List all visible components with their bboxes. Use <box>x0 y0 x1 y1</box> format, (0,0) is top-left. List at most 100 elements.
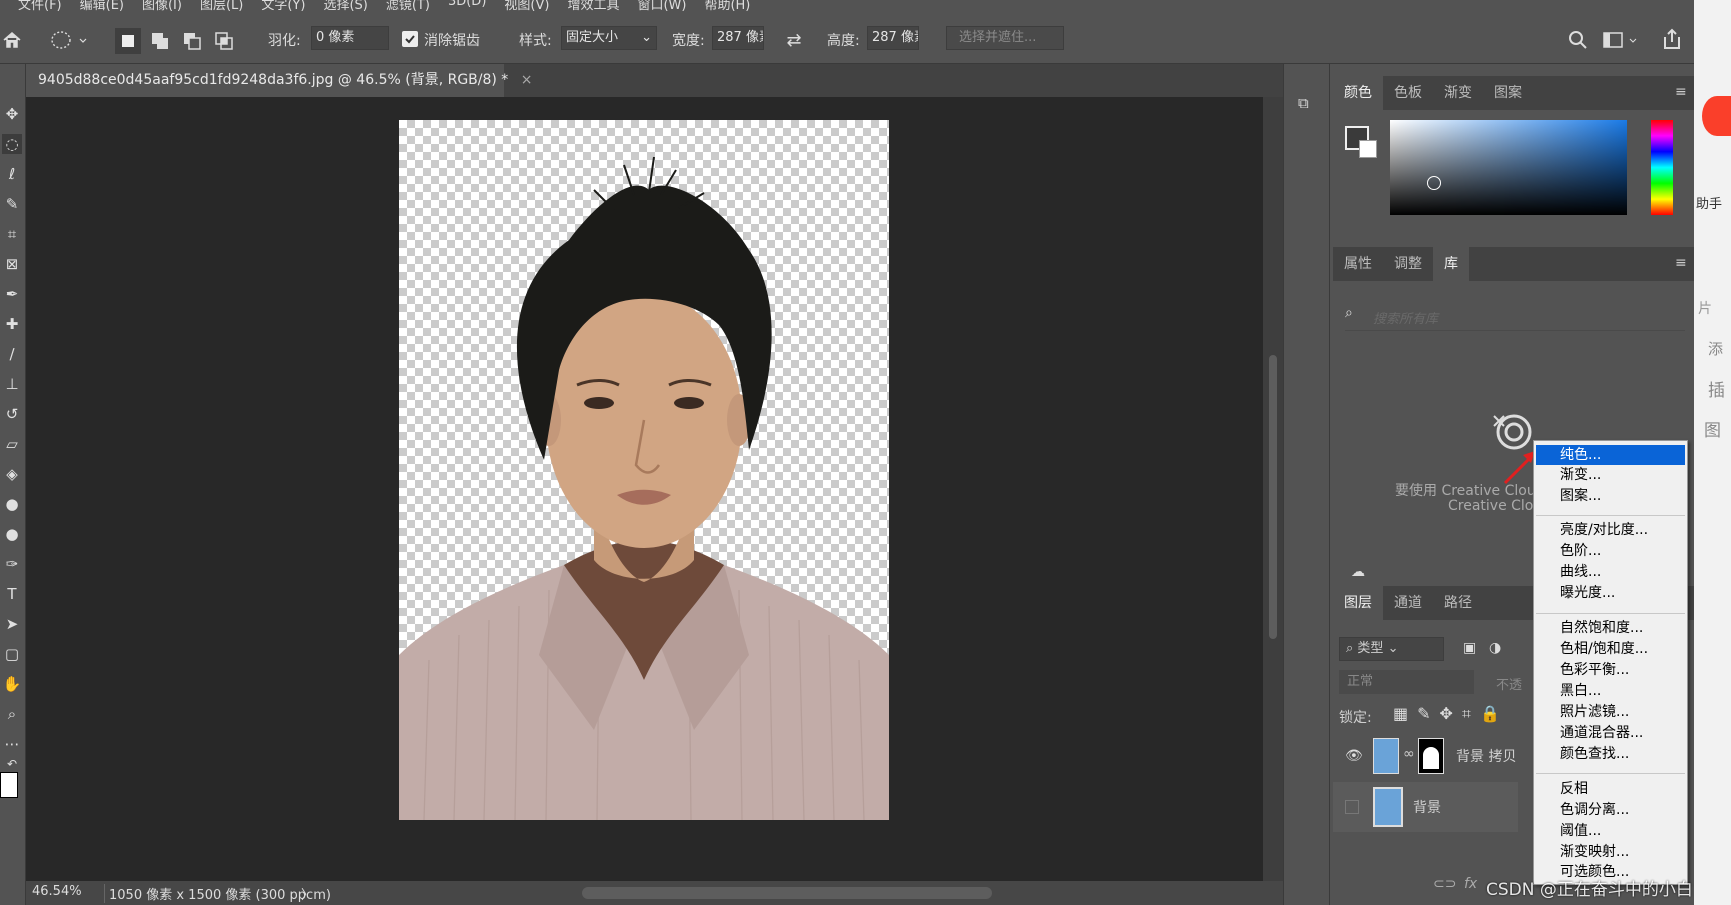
history-icon[interactable]: ⧉ <box>1298 94 1318 114</box>
menu-item-color-balance[interactable]: 色彩平衡... <box>1536 660 1685 680</box>
menu-item-photo-filter[interactable]: 照片滤镜... <box>1536 702 1685 722</box>
menu-edit[interactable]: 编辑(E) <box>80 0 124 13</box>
panel-menu-icon[interactable]: ≡ <box>1675 84 1687 100</box>
assistant-avatar[interactable] <box>1702 96 1731 136</box>
subtract-selection-icon[interactable] <box>179 28 205 54</box>
tab-properties[interactable]: 属性 <box>1333 247 1383 281</box>
path-select-tool-icon[interactable]: ➤ <box>2 614 22 634</box>
eye-icon[interactable]: 👁 <box>1345 748 1363 764</box>
style-select[interactable]: 固定大小 ⌄ <box>561 26 657 50</box>
menu-item-channel-mixer[interactable]: 通道混合器... <box>1536 723 1685 743</box>
foreground-color-swatch[interactable] <box>0 772 18 798</box>
menu-file[interactable]: 文件(F) <box>18 0 62 13</box>
document-tab[interactable]: 9405d88ce0d45aaf95cd1fd9248da3f6.jpg @ 4… <box>26 64 533 97</box>
swap-icon[interactable]: ⇄ <box>782 28 806 52</box>
share-icon[interactable] <box>1660 26 1684 52</box>
menu-item-threshold[interactable]: 阈值... <box>1536 821 1685 841</box>
tab-swatches[interactable]: 色板 <box>1383 76 1433 110</box>
search-icon[interactable] <box>1566 28 1590 52</box>
menu-item-gradient-map[interactable]: 渐变映射... <box>1536 842 1685 862</box>
eyedropper-tool-icon[interactable]: ✒ <box>2 284 22 304</box>
layer-row[interactable]: 背景 <box>1333 782 1518 832</box>
crop-tool-icon[interactable]: ⌗ <box>2 224 22 244</box>
library-search[interactable]: ⌕ 搜索所有库 <box>1345 305 1685 331</box>
menu-item-exposure[interactable]: 曝光度... <box>1536 583 1685 603</box>
new-selection-icon[interactable] <box>115 28 141 54</box>
link-icon[interactable]: ∞ <box>1403 746 1415 762</box>
brush-tool-icon[interactable]: ∕ <box>2 344 22 364</box>
cloud-sync-icon[interactable]: ☁ <box>1351 564 1365 580</box>
quick-select-tool-icon[interactable]: ✎ <box>2 194 22 214</box>
menu-item-curves[interactable]: 曲线... <box>1536 562 1685 582</box>
more-tools-icon[interactable]: ⋯ <box>2 734 22 754</box>
pen-tool-icon[interactable]: ✑ <box>2 554 22 574</box>
add-selection-icon[interactable] <box>147 28 173 54</box>
tab-color[interactable]: 颜色 <box>1333 76 1383 110</box>
menu-item-posterize[interactable]: 色调分离... <box>1536 800 1685 820</box>
zoom-level[interactable]: 46.54% <box>32 884 82 899</box>
menu-item-color-lookup[interactable]: 颜色查找... <box>1536 744 1685 764</box>
menu-window[interactable]: 窗口(W) <box>637 0 686 13</box>
tab-paths[interactable]: 路径 <box>1433 586 1483 620</box>
horizontal-scroll-thumb[interactable] <box>582 887 992 899</box>
adjustment-filter-icon[interactable]: ◑ <box>1489 640 1501 656</box>
swap-colors-icon[interactable]: ↶ <box>2 754 22 774</box>
link-layers-icon[interactable]: ⊂⊃ <box>1433 876 1456 892</box>
antialias-checkbox[interactable] <box>402 31 418 47</box>
assistant-label[interactable]: 助手 <box>1696 193 1722 212</box>
menu-item-solid-color[interactable]: 纯色... <box>1536 445 1685 465</box>
layer-filter-select[interactable]: ⌕ 类型 ⌄ <box>1339 637 1444 661</box>
menu-item-black-white[interactable]: 黑白... <box>1536 681 1685 701</box>
background-swatch[interactable] <box>1359 140 1377 158</box>
tab-libraries[interactable]: 库 <box>1433 247 1469 281</box>
menu-select[interactable]: 选择(S) <box>323 0 367 13</box>
history-brush-tool-icon[interactable]: ↺ <box>2 404 22 424</box>
document-image[interactable] <box>399 120 889 820</box>
right-strip-item[interactable]: 片 <box>1698 298 1712 318</box>
feather-input[interactable]: 0 像素 <box>311 26 389 50</box>
ellipse-marquee-icon[interactable] <box>48 28 88 52</box>
healing-tool-icon[interactable]: ✚ <box>2 314 22 334</box>
layer-mask-thumbnail[interactable] <box>1418 738 1444 774</box>
move-tool-icon[interactable]: ✥ <box>2 104 22 124</box>
lock-icons[interactable]: ▦✎✥⌗🔒 <box>1393 704 1509 724</box>
layer-row[interactable]: 👁 ∞ 背景 拷贝 <box>1333 732 1518 782</box>
dodge-tool-icon[interactable]: ● <box>2 524 22 544</box>
select-and-mask-button[interactable]: 选择并遮住... <box>946 26 1064 50</box>
menu-item-pattern[interactable]: 图案... <box>1536 486 1685 506</box>
menu-item-hue-saturation[interactable]: 色相/饱和度... <box>1536 639 1685 659</box>
menu-item-gradient[interactable]: 渐变... <box>1536 465 1685 485</box>
color-picker-cursor[interactable] <box>1427 176 1441 190</box>
width-input[interactable]: 287 像素 <box>712 26 764 50</box>
menu-filter[interactable]: 滤镜(T) <box>386 0 430 13</box>
height-input[interactable]: 287 像素 <box>867 26 919 50</box>
scroll-thumb[interactable] <box>1269 355 1277 639</box>
menu-view[interactable]: 视图(V) <box>504 0 549 13</box>
menu-image[interactable]: 图像(I) <box>142 0 182 13</box>
menu-plugins[interactable]: 增效工具 <box>567 0 619 13</box>
hue-slider[interactable] <box>1651 120 1673 215</box>
bucket-tool-icon[interactable]: ◈ <box>2 464 22 484</box>
fx-icon[interactable]: fx <box>1464 876 1477 892</box>
tab-gradients[interactable]: 渐变 <box>1433 76 1483 110</box>
tab-channels[interactable]: 通道 <box>1383 586 1433 620</box>
tab-adjustments[interactable]: 调整 <box>1383 247 1433 281</box>
menu-layer[interactable]: 图层(L) <box>200 0 243 13</box>
blur-tool-icon[interactable]: ● <box>2 494 22 514</box>
menu-item-vibrance[interactable]: 自然饱和度... <box>1536 618 1685 638</box>
stamp-tool-icon[interactable]: ⊥ <box>2 374 22 394</box>
home-icon[interactable] <box>0 28 24 52</box>
menu-type[interactable]: 文字(Y) <box>261 0 305 13</box>
blend-mode-select[interactable]: 正常 <box>1339 670 1474 694</box>
workspace-icon[interactable] <box>1602 28 1638 52</box>
eraser-tool-icon[interactable]: ▱ <box>2 434 22 454</box>
right-strip-item[interactable]: 图 <box>1704 416 1721 441</box>
vertical-scrollbar[interactable] <box>1263 97 1283 881</box>
close-icon[interactable]: × <box>521 72 533 88</box>
intersect-selection-icon[interactable] <box>211 28 237 54</box>
marquee-tool-icon[interactable]: ◌ <box>2 134 22 154</box>
tab-patterns[interactable]: 图案 <box>1483 76 1533 110</box>
visibility-toggle[interactable] <box>1345 800 1359 814</box>
zoom-tool-icon[interactable]: ⌕ <box>2 704 22 724</box>
tab-layers[interactable]: 图层 <box>1333 586 1383 620</box>
